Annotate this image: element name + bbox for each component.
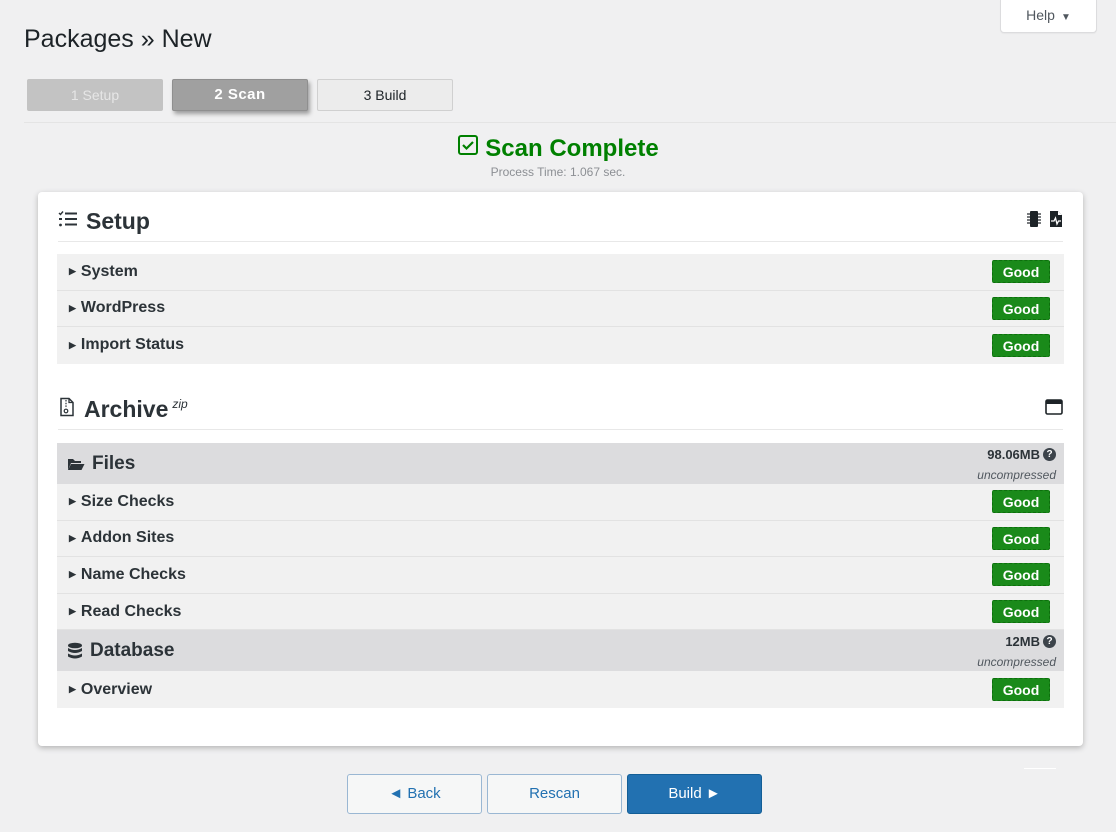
status-badge: Good xyxy=(992,563,1050,587)
setup-title: Setup xyxy=(86,208,150,234)
back-button[interactable]: ◄ Back xyxy=(347,774,482,814)
caret-right-icon: ▶ xyxy=(69,684,76,695)
status-badge: Good xyxy=(992,490,1050,514)
caret-right-icon: ▶ xyxy=(69,302,76,313)
decorative-line xyxy=(1024,768,1056,769)
caret-right-icon: ▶ xyxy=(69,339,76,350)
setup-rows: ▶ System Good ▶ WordPress Good ▶ Import … xyxy=(57,254,1064,364)
row-label: Addon Sites xyxy=(80,529,175,547)
row-label: Read Checks xyxy=(80,602,182,620)
database-title: Database xyxy=(90,639,175,661)
microchip-icon[interactable] xyxy=(1027,210,1041,233)
wizard-steps: 1 Setup 2 Scan 3 Build xyxy=(27,79,462,111)
database-size-note: uncompressed xyxy=(977,654,1056,669)
status-badge: Good xyxy=(992,678,1050,702)
archive-rows: Files 98.06MB? uncompressed ▶ Size Check… xyxy=(57,443,1064,708)
setup-row-wordpress[interactable]: ▶ WordPress Good xyxy=(57,291,1064,328)
window-maximize-icon[interactable] xyxy=(1045,399,1063,420)
archive-title-text: Archive xyxy=(84,396,169,422)
checkbox-checked-icon xyxy=(457,134,479,163)
scan-title: Scan Complete xyxy=(485,134,659,162)
setup-row-system[interactable]: ▶ System Good xyxy=(57,254,1064,291)
files-title: Files xyxy=(92,452,136,474)
archive-format: zip xyxy=(172,397,188,412)
file-waveform-icon[interactable] xyxy=(1049,210,1063,233)
archive-title: Archive zip xyxy=(84,396,188,423)
row-label: Import Status xyxy=(80,336,185,354)
caret-right-icon: ▶ xyxy=(69,266,76,277)
files-row-read-checks[interactable]: ▶ Read Checks Good xyxy=(57,594,1064,631)
database-group-header: Database 12MB? uncompressed xyxy=(57,630,1064,672)
database-row-overview[interactable]: ▶ Overview Good xyxy=(57,671,1064,708)
files-size: 98.06MB xyxy=(987,446,1040,462)
help-circle-icon[interactable]: ? xyxy=(1043,447,1056,461)
status-badge: Good xyxy=(992,260,1050,284)
step-build[interactable]: 3 Build xyxy=(317,79,453,111)
database-icon xyxy=(67,642,83,660)
files-size-note: uncompressed xyxy=(977,467,1056,482)
step-setup[interactable]: 1 Setup xyxy=(27,79,163,111)
status-badge: Good xyxy=(992,333,1050,357)
status-badge: Good xyxy=(992,600,1050,624)
help-circle-icon[interactable]: ? xyxy=(1043,635,1056,649)
caret-right-icon: ▶ xyxy=(69,496,76,507)
rescan-button[interactable]: Rescan xyxy=(487,774,622,814)
caret-down-icon: ▼ xyxy=(1060,12,1071,23)
caret-right-icon: ▶ xyxy=(69,569,76,580)
row-label: Overview xyxy=(80,680,153,698)
help-label: Help xyxy=(1026,7,1055,23)
row-label: System xyxy=(80,262,138,280)
status-badge: Good xyxy=(992,526,1050,550)
status-badge: Good xyxy=(992,296,1050,320)
scan-status: Scan Complete Process Time: 1.067 sec. xyxy=(0,134,1116,179)
caret-right-icon: ▶ xyxy=(69,606,76,617)
page-title: Packages » New xyxy=(24,25,212,53)
footer-actions: ◄ Back Rescan Build ► xyxy=(347,774,762,814)
header-divider xyxy=(24,122,1116,123)
files-row-size-checks[interactable]: ▶ Size Checks Good xyxy=(57,484,1064,521)
scan-complete-heading: Scan Complete xyxy=(457,134,659,163)
setup-section-header: Setup xyxy=(58,202,1063,242)
files-row-name-checks[interactable]: ▶ Name Checks Good xyxy=(57,557,1064,594)
caret-right-icon: ▶ xyxy=(69,532,76,543)
build-button[interactable]: Build ► xyxy=(627,774,762,814)
files-row-addon-sites[interactable]: ▶ Addon Sites Good xyxy=(57,521,1064,558)
process-time: Process Time: 1.067 sec. xyxy=(490,165,626,179)
scan-results-panel: Setup ▶ System Good ▶ WordPress Good ▶ I… xyxy=(38,192,1083,746)
folder-open-icon xyxy=(67,457,85,471)
row-label: WordPress xyxy=(80,299,166,317)
setup-row-import-status[interactable]: ▶ Import Status Good xyxy=(57,327,1064,364)
file-zipper-icon xyxy=(58,397,76,422)
row-label: Size Checks xyxy=(80,492,175,510)
database-size: 12MB xyxy=(1005,633,1040,649)
row-label: Name Checks xyxy=(80,565,186,583)
step-scan[interactable]: 2 Scan xyxy=(172,79,308,111)
files-group-header: Files 98.06MB? uncompressed xyxy=(57,443,1064,484)
archive-section-header: Archive zip xyxy=(58,390,1063,430)
help-tab-button[interactable]: Help ▼ xyxy=(1000,0,1097,33)
list-check-icon xyxy=(58,210,78,233)
